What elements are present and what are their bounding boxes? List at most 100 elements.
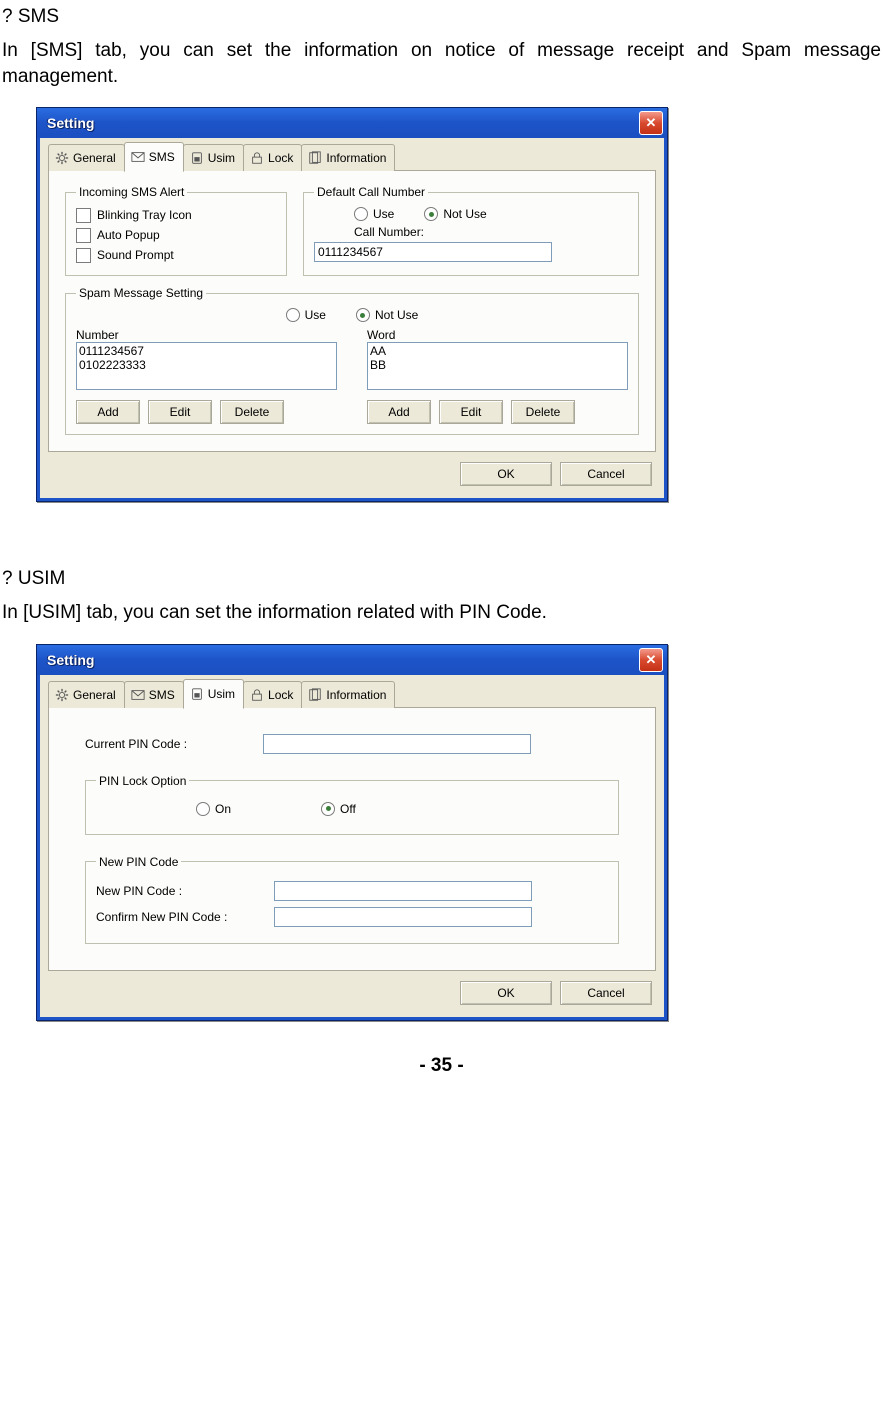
- edit-word-button[interactable]: Edit: [439, 400, 503, 424]
- close-button[interactable]: ✕: [639, 111, 663, 135]
- tab-label: SMS: [149, 688, 175, 702]
- tab-usim[interactable]: Usim: [183, 144, 244, 171]
- radio-default-call-not-use[interactable]: Not Use: [424, 207, 486, 221]
- spam-word-list[interactable]: AA BB: [367, 342, 628, 390]
- group-incoming-sms-alert: Incoming SMS Alert Blinking Tray Icon Au…: [65, 185, 287, 276]
- group-legend: New PIN Code: [96, 855, 181, 869]
- tab-lock[interactable]: Lock: [243, 144, 302, 171]
- list-item[interactable]: 0102223333: [79, 358, 334, 372]
- tab-sms[interactable]: SMS: [124, 681, 184, 708]
- checkbox-blinking-tray[interactable]: Blinking Tray Icon: [76, 205, 276, 225]
- radio-icon: [424, 207, 438, 221]
- radio-label: Not Use: [443, 207, 486, 221]
- close-icon: ✕: [646, 652, 657, 668]
- tab-bar: General SMS Usim Lock: [48, 683, 656, 708]
- radio-pin-lock-on[interactable]: On: [196, 802, 231, 816]
- tab-usim[interactable]: Usim: [183, 679, 244, 709]
- envelope-icon: [131, 688, 145, 702]
- group-spam-message-setting: Spam Message Setting Use Not Use: [65, 286, 639, 435]
- confirm-pin-input[interactable]: [274, 907, 532, 927]
- radio-spam-use[interactable]: Use: [286, 308, 326, 322]
- group-pin-lock-option: PIN Lock Option On Off: [85, 774, 619, 835]
- radio-label: Use: [305, 308, 326, 322]
- tab-label: Lock: [268, 688, 293, 702]
- list-item[interactable]: BB: [370, 358, 625, 372]
- info-icon: [308, 151, 322, 165]
- group-legend: PIN Lock Option: [96, 774, 189, 788]
- radio-icon: [321, 802, 335, 816]
- tab-lock[interactable]: Lock: [243, 681, 302, 708]
- tab-information[interactable]: Information: [301, 681, 395, 708]
- delete-number-button[interactable]: Delete: [220, 400, 284, 424]
- section-body-sms: In [SMS] tab, you can set the informatio…: [0, 38, 883, 107]
- ok-button[interactable]: OK: [460, 462, 552, 486]
- group-default-call-number: Default Call Number Use Not Use: [303, 185, 639, 276]
- checkbox-label: Blinking Tray Icon: [97, 208, 192, 222]
- titlebar: Setting ✕: [37, 108, 667, 138]
- new-pin-label: New PIN Code :: [96, 884, 266, 898]
- tab-label: Information: [326, 688, 386, 702]
- tab-label: General: [73, 151, 116, 165]
- list-item[interactable]: 0111234567: [79, 344, 334, 358]
- call-number-input[interactable]: 0111234567: [314, 242, 552, 262]
- tab-pane-sms: Incoming SMS Alert Blinking Tray Icon Au…: [48, 171, 656, 452]
- tab-information[interactable]: Information: [301, 144, 395, 171]
- section-heading-usim: ? USIM: [0, 562, 883, 600]
- checkbox-auto-popup[interactable]: Auto Popup: [76, 225, 276, 245]
- tab-bar: General SMS Usim Lock: [48, 146, 656, 171]
- checkbox-icon: [76, 228, 91, 243]
- add-number-button[interactable]: Add: [76, 400, 140, 424]
- new-pin-input[interactable]: [274, 881, 532, 901]
- list-item[interactable]: AA: [370, 344, 625, 358]
- sim-icon: [190, 687, 204, 701]
- group-new-pin-code: New PIN Code New PIN Code : Confirm New …: [85, 855, 619, 944]
- ok-button[interactable]: OK: [460, 981, 552, 1005]
- radio-label: Not Use: [375, 308, 418, 322]
- tab-label: Lock: [268, 151, 293, 165]
- info-icon: [308, 688, 322, 702]
- edit-number-button[interactable]: Edit: [148, 400, 212, 424]
- spam-number-list[interactable]: 0111234567 0102223333: [76, 342, 337, 390]
- titlebar: Setting ✕: [37, 645, 667, 675]
- current-pin-input[interactable]: [263, 734, 531, 754]
- cancel-button[interactable]: Cancel: [560, 462, 652, 486]
- lock-icon: [250, 688, 264, 702]
- page-number: - 35 -: [0, 1021, 883, 1083]
- radio-default-call-use[interactable]: Use: [354, 207, 394, 221]
- tab-general[interactable]: General: [48, 144, 125, 171]
- current-pin-label: Current PIN Code :: [85, 737, 245, 751]
- add-word-button[interactable]: Add: [367, 400, 431, 424]
- cancel-button[interactable]: Cancel: [560, 981, 652, 1005]
- checkbox-sound-prompt[interactable]: Sound Prompt: [76, 245, 276, 265]
- setting-window-usim: Setting ✕ General SMS: [36, 644, 668, 1021]
- close-icon: ✕: [646, 115, 657, 131]
- radio-spam-not-use[interactable]: Not Use: [356, 308, 418, 322]
- envelope-icon: [131, 150, 145, 164]
- radio-icon: [356, 308, 370, 322]
- radio-icon: [354, 207, 368, 221]
- spam-number-label: Number: [76, 328, 337, 342]
- checkbox-label: Sound Prompt: [97, 248, 174, 262]
- group-legend: Default Call Number: [314, 185, 428, 199]
- delete-word-button[interactable]: Delete: [511, 400, 575, 424]
- lock-icon: [250, 151, 264, 165]
- close-button[interactable]: ✕: [639, 648, 663, 672]
- radio-label: Off: [340, 802, 356, 816]
- call-number-label: Call Number:: [314, 225, 628, 242]
- tab-label: Usim: [208, 687, 235, 701]
- radio-label: Use: [373, 207, 394, 221]
- window-title: Setting: [47, 652, 639, 668]
- radio-icon: [196, 802, 210, 816]
- group-legend: Incoming SMS Alert: [76, 185, 187, 199]
- gear-icon: [55, 151, 69, 165]
- radio-icon: [286, 308, 300, 322]
- group-legend: Spam Message Setting: [76, 286, 206, 300]
- tab-sms[interactable]: SMS: [124, 142, 184, 172]
- confirm-pin-label: Confirm New PIN Code :: [96, 910, 266, 924]
- tab-general[interactable]: General: [48, 681, 125, 708]
- dialog-footer: OK Cancel: [48, 971, 656, 1009]
- checkbox-label: Auto Popup: [97, 228, 160, 242]
- checkbox-icon: [76, 208, 91, 223]
- sim-icon: [190, 151, 204, 165]
- radio-pin-lock-off[interactable]: Off: [321, 802, 356, 816]
